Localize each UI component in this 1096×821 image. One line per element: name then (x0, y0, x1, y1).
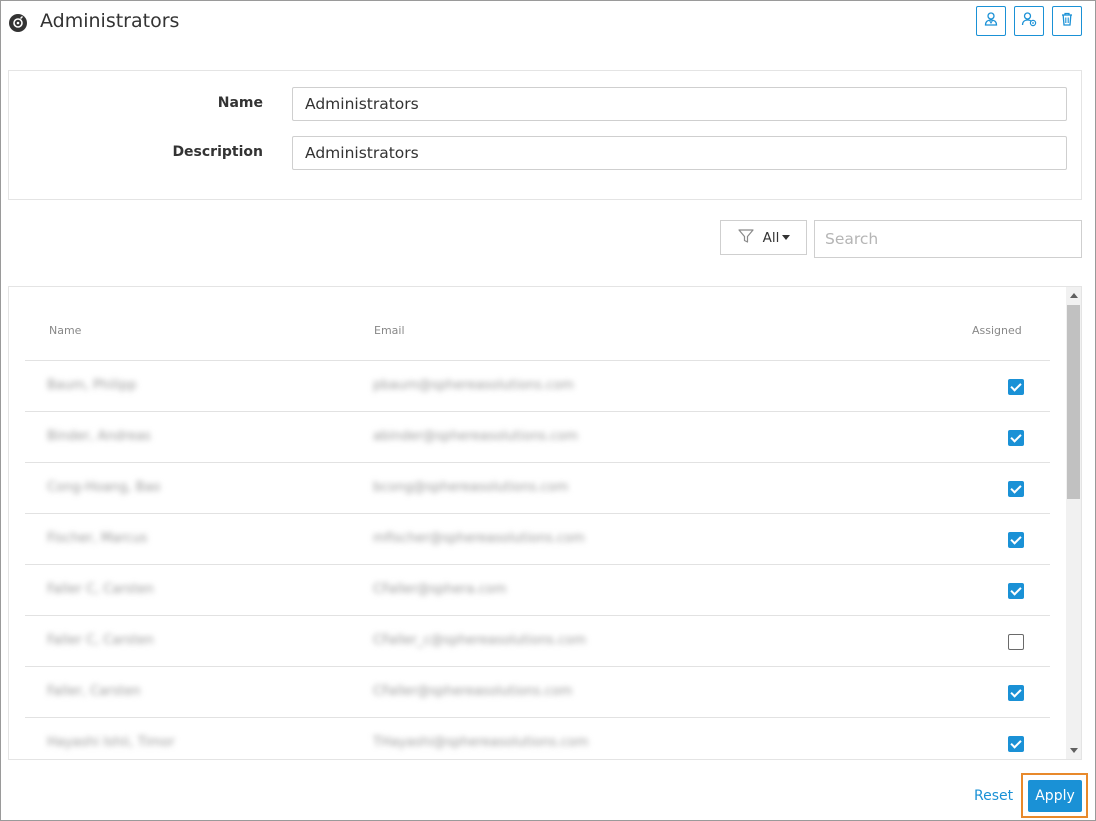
assigned-checkbox[interactable] (1008, 532, 1024, 548)
users-table: Name Email Assigned Baum, Philipp pbaum@s… (8, 286, 1082, 760)
page-title: Administrators (40, 10, 180, 32)
name-label: Name (217, 95, 263, 111)
chevron-down-icon (782, 235, 791, 240)
row-email: CFaller_c@sphereasolutions.com (373, 633, 586, 648)
assigned-checkbox[interactable] (1008, 685, 1024, 701)
column-header-name[interactable]: Name (49, 324, 81, 337)
table-row[interactable]: Binder, Andreas abinder@sphereasolutions.… (25, 412, 1050, 463)
row-name: Fischer, Marcus (47, 531, 148, 546)
row-name: Baum, Philipp (47, 378, 137, 393)
column-header-assigned[interactable]: Assigned (972, 324, 1022, 337)
table-row[interactable]: Faller, Carsten CFaller@sphereasolutions.… (25, 667, 1050, 718)
user-settings-icon (1021, 11, 1037, 31)
page-header: Administrators (0, 0, 1096, 46)
row-email: CFaller@sphera.com (373, 582, 507, 597)
row-email: bcong@sphereasolutions.com (373, 480, 569, 495)
assigned-checkbox[interactable] (1008, 736, 1024, 752)
table-row[interactable]: Faller C, Carsten CFaller_c@sphereasoluti… (25, 616, 1050, 667)
row-name: Binder, Andreas (47, 429, 151, 444)
scroll-up-icon[interactable] (1070, 293, 1078, 298)
name-input[interactable] (292, 87, 1067, 121)
filter-label: All (763, 230, 791, 246)
disc-icon (8, 13, 28, 33)
user-group-icon (983, 11, 999, 31)
table-row[interactable]: Baum, Philipp pbaum@sphereasolutions.com (25, 361, 1050, 412)
row-email: pbaum@sphereasolutions.com (373, 378, 574, 393)
assigned-checkbox[interactable] (1008, 634, 1024, 650)
row-name: Faller C, Carsten (47, 633, 154, 648)
assigned-checkbox[interactable] (1008, 583, 1024, 599)
row-email: mfischer@sphereasolutions.com (373, 531, 585, 546)
assigned-checkbox[interactable] (1008, 481, 1024, 497)
filter-icon (737, 227, 755, 249)
reset-button[interactable]: Reset (974, 788, 1013, 804)
search-input[interactable] (814, 220, 1082, 258)
table-body: Baum, Philipp pbaum@sphereasolutions.com B… (9, 361, 1066, 759)
row-email: abinder@sphereasolutions.com (373, 429, 579, 444)
assign-users-button[interactable] (976, 6, 1006, 36)
row-name: Faller C, Carsten (47, 582, 154, 597)
table-row[interactable]: Cong-Hoang, Bao bcong@sphereasolutions.co… (25, 463, 1050, 514)
delete-button[interactable] (1052, 6, 1082, 36)
description-label: Description (172, 144, 263, 160)
trash-icon (1059, 11, 1075, 31)
row-email: CFaller@sphereasolutions.com (373, 684, 573, 699)
table-row[interactable]: Hayashi Ishii, Timor THayashi@sphereasolu… (25, 718, 1050, 759)
scroll-down-icon[interactable] (1070, 748, 1078, 753)
assigned-checkbox[interactable] (1008, 430, 1024, 446)
details-form: Name Description (8, 70, 1082, 200)
filter-dropdown[interactable]: All (720, 220, 807, 255)
description-input[interactable] (292, 136, 1067, 170)
apply-button[interactable]: Apply (1028, 780, 1082, 812)
row-name: Faller, Carsten (47, 684, 141, 699)
row-name: Cong-Hoang, Bao (47, 480, 161, 495)
row-email: THayashi@sphereasolutions.com (373, 735, 589, 750)
scrollbar-thumb[interactable] (1067, 305, 1080, 499)
table-row[interactable]: Fischer, Marcus mfischer@sphereasolutions… (25, 514, 1050, 565)
column-header-email[interactable]: Email (374, 324, 405, 337)
table-row[interactable]: Faller C, Carsten CFaller@sphera.com (25, 565, 1050, 616)
row-name: Hayashi Ishii, Timor (47, 735, 175, 750)
scrollbar[interactable] (1066, 287, 1081, 759)
user-settings-button[interactable] (1014, 6, 1044, 36)
assigned-checkbox[interactable] (1008, 379, 1024, 395)
